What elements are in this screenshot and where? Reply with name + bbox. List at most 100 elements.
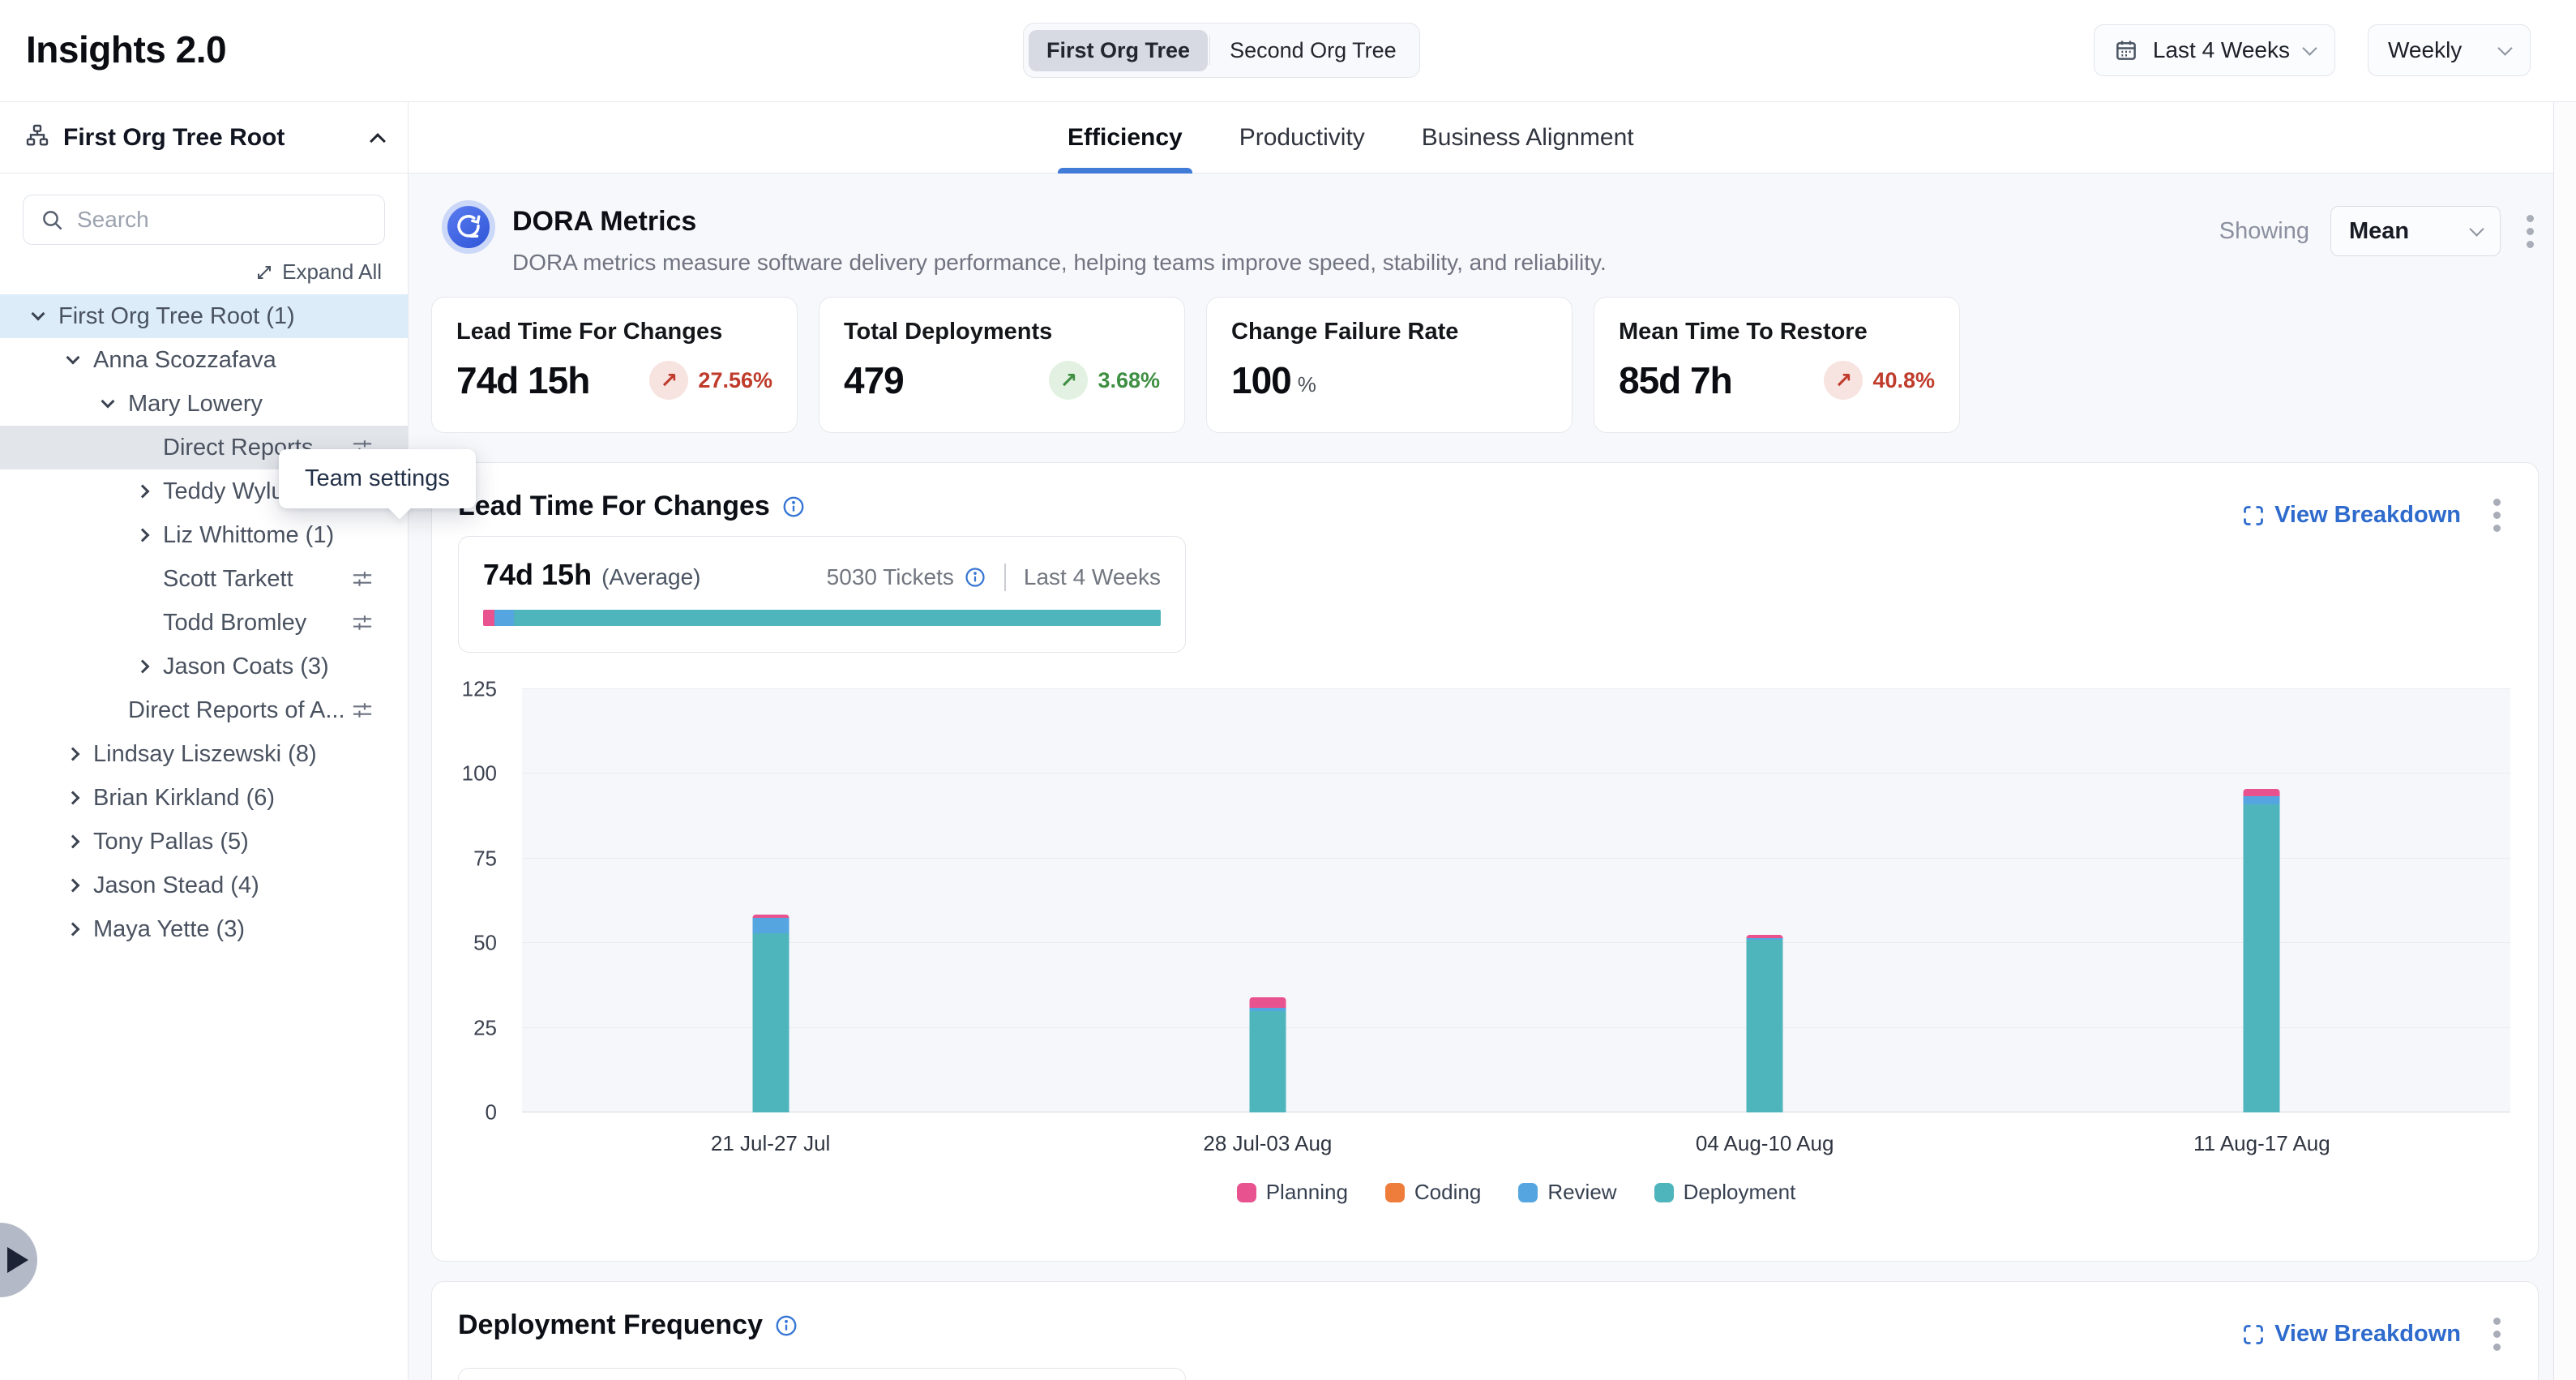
tab-productivity[interactable]: Productivity [1239, 102, 1365, 174]
summary-segment-planning [483, 610, 494, 626]
chevron-down-icon[interactable] [32, 307, 45, 321]
lead-time-title: Lead Time For Changes [458, 491, 770, 522]
chevron-right-icon[interactable] [66, 835, 80, 849]
tree-item-maya-yette-3[interactable]: Maya Yette (3) [0, 907, 408, 951]
delta-percent: 27.56% [698, 368, 772, 393]
dora-cycle-icon [442, 200, 495, 254]
chevron-right-icon[interactable] [136, 529, 150, 542]
chevron-right-icon[interactable] [136, 660, 150, 674]
chevron-down-icon[interactable] [101, 395, 115, 409]
period-dropdown[interactable]: Last 4 Weeks [2094, 24, 2335, 76]
x-tick-label: 11 Aug-17 Aug [2193, 1131, 2330, 1156]
stacked-bar-11-aug-17-aug [2244, 789, 2280, 1112]
chevron-down-icon [2469, 221, 2484, 236]
expand-all-button[interactable]: Expand All [0, 253, 408, 294]
metric-card-value: 85d 7h [1619, 358, 1732, 402]
granularity-dropdown[interactable]: Weekly [2368, 24, 2531, 76]
view-breakdown-button[interactable]: View Breakdown [2242, 502, 2461, 529]
scrollbar-gutter[interactable] [2553, 102, 2576, 1380]
dora-kebab-menu[interactable] [2522, 210, 2539, 253]
tabs-bar: Efficiency Productivity Business Alignment [409, 102, 2576, 174]
chevron-right-icon[interactable] [66, 879, 80, 893]
tree-item-mary-lowery[interactable]: Mary Lowery [0, 382, 408, 426]
metric-card-title: Mean Time To Restore [1619, 319, 1935, 345]
expand-all-icon [255, 263, 274, 282]
chevron-down-icon[interactable] [66, 351, 80, 365]
metric-card-value: 74d 15h [456, 358, 589, 402]
tooltip-label: Team settings [305, 465, 450, 491]
info-icon[interactable] [781, 495, 806, 519]
bar-segment-planning [2244, 789, 2280, 795]
showing-select[interactable]: Mean [2330, 206, 2501, 256]
view-breakdown-button[interactable]: View Breakdown [2242, 1321, 2461, 1348]
search-icon [41, 208, 65, 233]
bar-segment-deployment [2244, 804, 2280, 1112]
tree-item-brian-kirkland-6[interactable]: Brian Kirkland (6) [0, 776, 408, 820]
view-breakdown-label: View Breakdown [2274, 502, 2461, 529]
tree-item-label: Maya Yette (3) [93, 916, 245, 943]
x-tick-label: 21 Jul-27 Jul [711, 1131, 830, 1156]
expand-icon [2242, 1323, 2265, 1346]
x-tick-label: 28 Jul-03 Aug [1203, 1131, 1332, 1156]
search-input[interactable] [23, 195, 385, 245]
delta-percent: 3.68% [1098, 368, 1160, 393]
chart-legend: PlanningCodingReviewDeployment [522, 1180, 2510, 1205]
average-label: (Average) [601, 564, 700, 590]
chevron-right-icon[interactable] [66, 923, 80, 936]
granularity-dropdown-value: Weekly [2388, 37, 2485, 63]
sidebar-header-label: First Org Tree Root [63, 124, 359, 152]
tree-item-todd-bromley[interactable]: Todd Bromley [0, 601, 408, 645]
trend-badge: ↗ 27.56% [649, 361, 772, 400]
metric-card-change-failure-rate: Change Failure Rate100% [1206, 297, 1573, 433]
tree-item-first-org-tree-root-1[interactable]: First Org Tree Root (1) [0, 294, 408, 338]
collapse-sidebar-icon[interactable] [370, 133, 386, 149]
tab-business-alignment[interactable]: Business Alignment [1422, 102, 1634, 174]
tree-item-anna-scozzafava[interactable]: Anna Scozzafava [0, 338, 408, 382]
team-settings-icon[interactable] [351, 568, 374, 597]
team-settings-icon[interactable] [351, 611, 374, 641]
play-triangle-icon [7, 1247, 28, 1273]
gridline-100 [522, 773, 2510, 774]
info-icon[interactable] [964, 566, 986, 589]
tree-item-jason-coats-3[interactable]: Jason Coats (3) [0, 645, 408, 688]
info-icon[interactable] [774, 1314, 798, 1338]
tree-item-scott-tarkett[interactable]: Scott Tarkett [0, 557, 408, 601]
legend-swatch [1237, 1183, 1256, 1202]
tree-item-label: Anna Scozzafava [93, 347, 276, 374]
bar-segment-planning [1249, 997, 1286, 1008]
team-settings-icon[interactable] [351, 699, 374, 728]
metric-card-value: 479 [844, 358, 904, 402]
arrow-up-right-icon: ↗ [649, 361, 688, 400]
org-chart-icon [24, 122, 50, 152]
bar-segment-deployment [1249, 1011, 1286, 1112]
tree-item-lindsay-liszewski-8[interactable]: Lindsay Liszewski (8) [0, 732, 408, 776]
tree-item-tony-pallas-5[interactable]: Tony Pallas (5) [0, 820, 408, 864]
showing-label: Showing [2219, 218, 2309, 245]
legend-label: Deployment [1684, 1180, 1796, 1205]
gridline-50 [522, 942, 2510, 943]
summary-period: Last 4 Weeks [1024, 564, 1161, 590]
deployment-frequency-panel: Deployment Frequency View Breakdown [431, 1281, 2539, 1380]
chevron-right-icon[interactable] [66, 791, 80, 805]
gridline-125 [522, 688, 2510, 689]
team-settings-tooltip: Team settings [279, 449, 476, 508]
lead-time-panel: Lead Time For Changes View Breakdown 74d… [431, 462, 2539, 1262]
chevron-right-icon[interactable] [66, 748, 80, 761]
deployment-frequency-kebab-menu[interactable] [2488, 1313, 2505, 1356]
org-toggle-option-first-org-tree[interactable]: First Org Tree [1029, 30, 1208, 71]
org-toggle-option-second-org-tree[interactable]: Second Org Tree [1212, 30, 1414, 71]
chevron-right-icon[interactable] [136, 485, 150, 499]
trend-badge: ↗40.8% [1824, 361, 1935, 400]
tab-efficiency[interactable]: Efficiency [1068, 102, 1183, 174]
org-tree: First Org Tree Root (1) Anna Scozzafava Ma… [0, 294, 408, 951]
expand-all-label: Expand All [282, 259, 382, 285]
tree-item-label: Liz Whittome (1) [163, 522, 334, 549]
metric-card-title: Total Deployments [844, 319, 1160, 345]
tree-item-direct-reports-of-a[interactable]: Direct Reports of A... [0, 688, 408, 732]
legend-label: Planning [1266, 1180, 1348, 1205]
tree-item-jason-stead-4[interactable]: Jason Stead (4) [0, 864, 408, 907]
tree-item-liz-whittome-1[interactable]: Liz Whittome (1) [0, 513, 408, 557]
top-header: Insights 2.0 First Org TreeSecond Org Tr… [0, 0, 2576, 102]
lead-time-kebab-menu[interactable] [2488, 494, 2505, 537]
tickets-count: 5030 Tickets [827, 564, 954, 590]
